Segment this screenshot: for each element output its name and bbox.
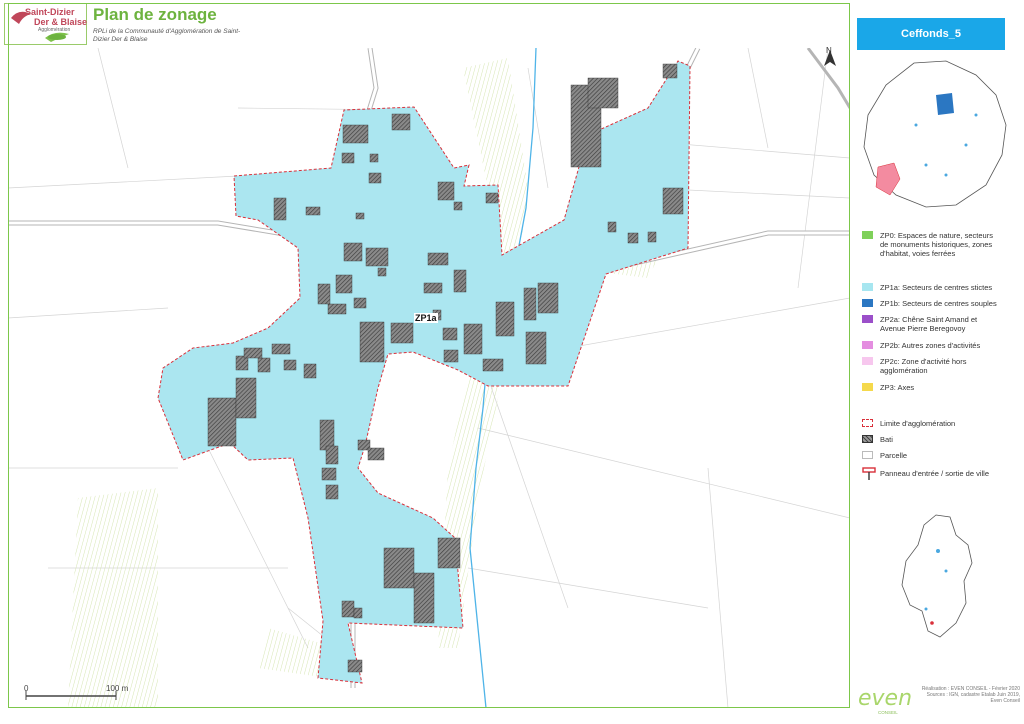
scale-label-start: 0 [24,684,29,693]
credits-line3: Even Conseil [990,698,1020,704]
town-sign-icon [862,467,876,480]
north-label: N [826,46,832,55]
legend-label-bati: Bati [880,435,893,444]
legend-label-agglo-limit: Limite d'agglomération [880,419,956,428]
commune-name-badge: Ceffonds_5 [857,18,1005,50]
locator-map-commune [901,514,973,638]
agglomeration-logo: Saint-Dizier Der & Blaise Agglomération [4,3,87,45]
legend-swatch-agglo-limit [862,419,873,427]
legend-label-zp2b: ZP2b: Autres zones d'activités [880,341,981,350]
zoning-map[interactable] [8,48,850,708]
legend-swatch-zp1b [862,299,873,307]
legend-label-zp1b: ZP1b: Secteurs de centres souples [880,299,997,308]
logo-text-line2: Der & Blaise [34,17,88,27]
page-subtitle: RPLi de la Communauté d'Agglomération de… [93,28,241,43]
map-sheet: Saint-Dizier Der & Blaise Agglomération … [0,0,1024,724]
legend-swatch-bati [862,435,873,443]
legend-swatch-zp2b [862,341,873,349]
legend-swatch-parcelle [862,451,873,459]
legend-label-panneau: Panneau d'entrée / sortie de ville [880,469,990,478]
logo-text-line1: Saint-Dizier [25,7,75,17]
zone-label-zp1a: ZP1a [414,313,438,323]
legend-label-zp2a: ZP2a: Chêne Saint Amand et Avenue Pierre… [880,315,978,333]
page-title: Plan de zonage [93,5,217,24]
credits: Réalisation : EVEN CONSEIL - Février 202… [900,686,1020,704]
legend-label-zp2c: ZP2c: Zone d'activité hors agglomération [880,357,967,375]
logo-text-line3: Agglomération [38,27,71,33]
legend-swatch-zp0 [862,231,873,239]
legend-swatch-zp2c [862,357,873,365]
legend-swatch-zp3 [862,383,873,391]
scale-label-end: 100 m [106,684,129,693]
sidebar: Ceffonds_5 ZP0: Espaces de nature, secte… [852,3,1022,721]
locator-map-region [863,60,1007,208]
legend-swatch-zp2a [862,315,873,323]
legend-label-parcelle: Parcelle [880,451,908,460]
legend-label-zp0: ZP0: Espaces de nature, secteurs de monu… [880,231,993,258]
even-conseil-sub: CONSEIL [878,710,898,715]
legend-label-zp1a: ZP1a: Secteurs de centres stictes [880,283,993,292]
legend-label-zp3: ZP3: Axes [880,383,915,392]
legend-swatch-zp1a [862,283,873,291]
